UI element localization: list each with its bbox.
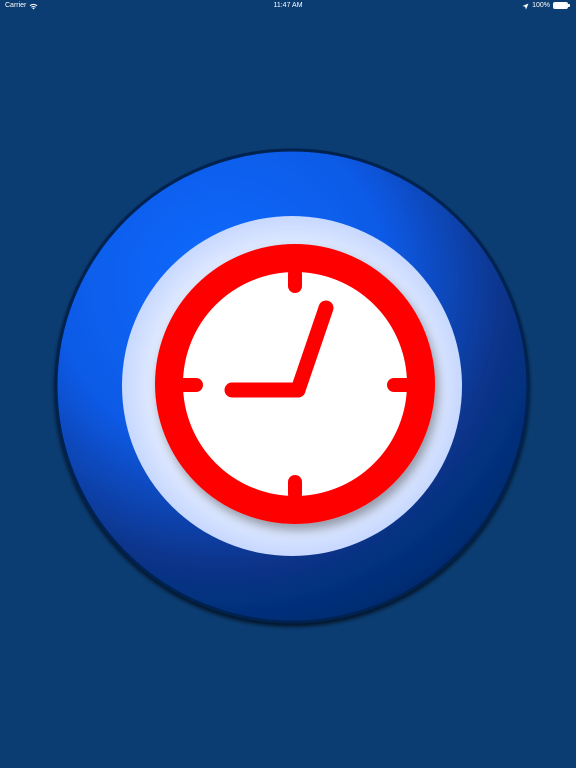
battery-full-icon (553, 2, 571, 10)
battery-percent: 100% (532, 2, 550, 9)
status-bar: Carrier 11:47 AM 100% (0, 0, 576, 12)
status-bar-time: 11:47 AM (273, 2, 303, 9)
clock-face (155, 244, 435, 524)
location-arrow-icon (522, 3, 529, 10)
status-bar-right: 100% (522, 0, 571, 12)
clock-icon (50, 148, 534, 632)
launch-screen: Carrier 11:47 AM 100% (0, 0, 576, 768)
